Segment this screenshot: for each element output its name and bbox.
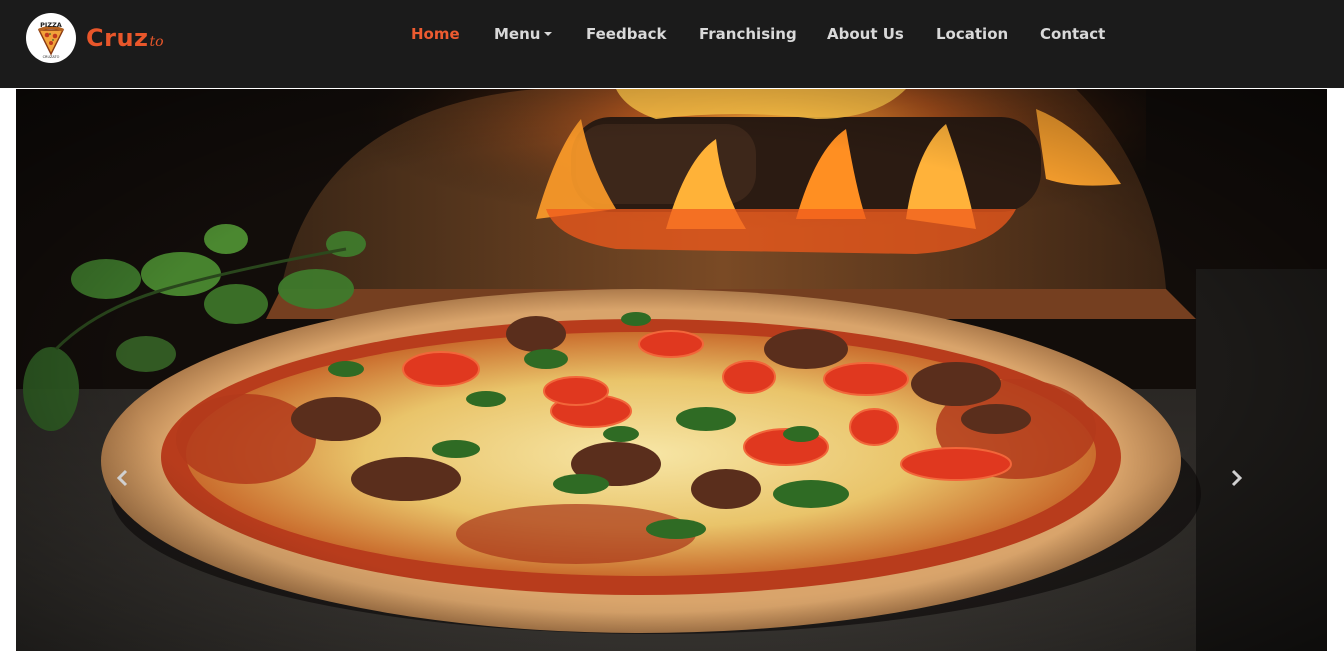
hero-carousel xyxy=(16,89,1327,651)
nav-feedback[interactable]: Feedback xyxy=(586,25,666,43)
carousel-prev-button[interactable] xyxy=(116,469,146,499)
nav-contact[interactable]: Contact xyxy=(1040,25,1105,43)
nav-location[interactable]: Location xyxy=(936,25,1008,43)
caret-down-icon xyxy=(544,32,553,36)
navbar: PIZZA CRUZATO Cruz to Home Menu Feedback… xyxy=(0,0,1344,88)
chevron-left-icon xyxy=(116,469,128,487)
hero-image xyxy=(16,89,1327,651)
nav-franchising[interactable]: Franchising xyxy=(699,25,797,43)
nav-home[interactable]: Home xyxy=(411,25,460,43)
nav-menu[interactable]: Menu xyxy=(494,25,553,43)
main-nav: Home Menu Feedback Franchising About Us … xyxy=(0,0,1344,70)
nav-about-us[interactable]: About Us xyxy=(827,25,904,43)
chevron-right-icon xyxy=(1231,469,1243,487)
carousel-next-button[interactable] xyxy=(1229,469,1259,499)
nav-menu-label: Menu xyxy=(494,25,541,43)
